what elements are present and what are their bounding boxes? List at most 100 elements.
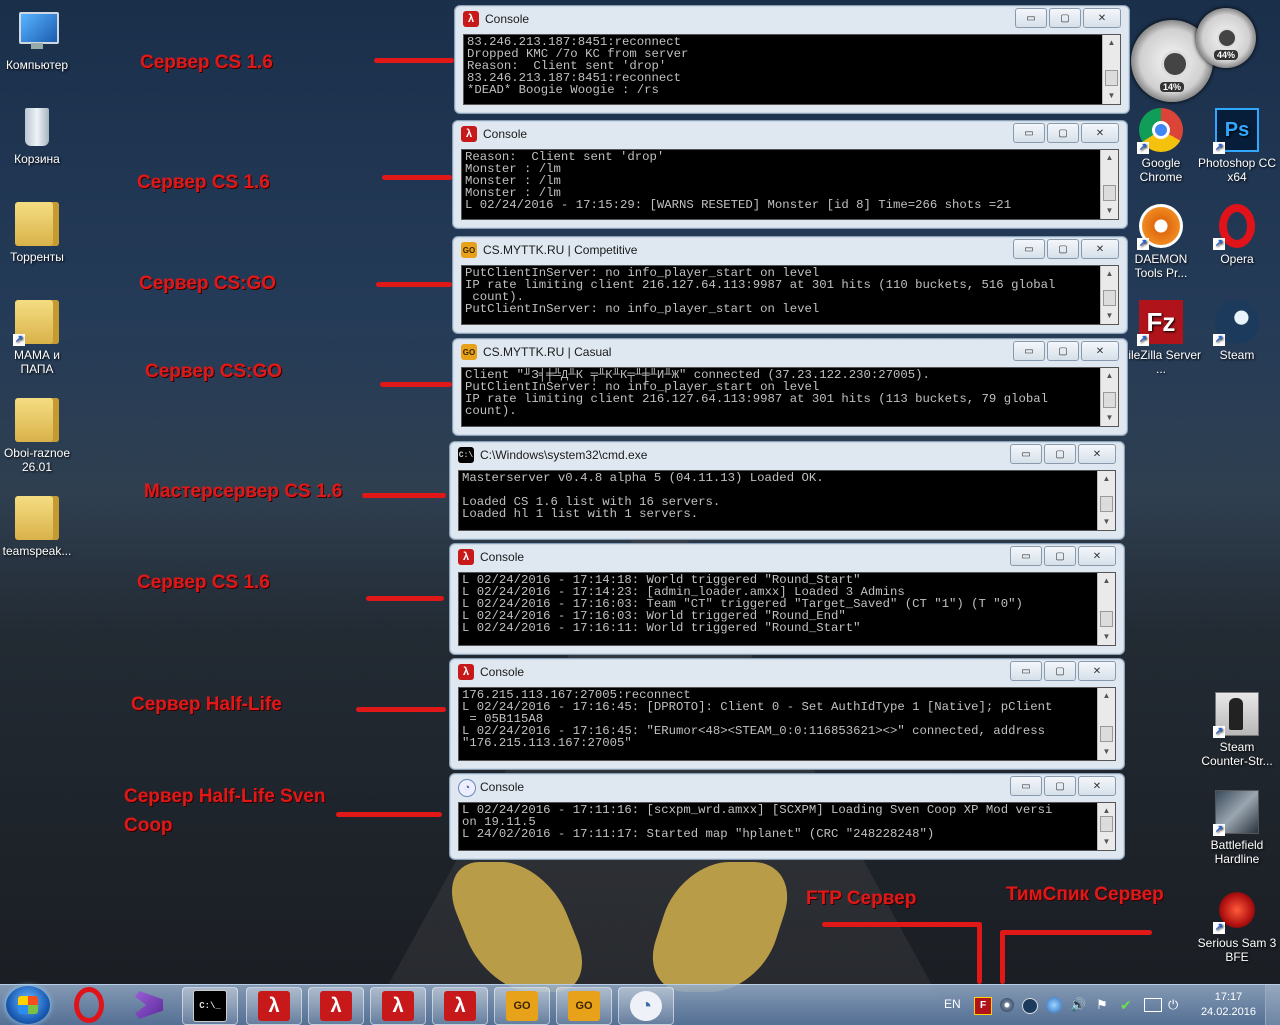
desktop-icon-chrome[interactable]: ↗ Google Chrome [1121, 108, 1201, 184]
power-tray-icon[interactable]: ⏻ [1168, 997, 1184, 1013]
window-titlebar[interactable]: C:\ C:\Windows\system32\cmd.exe ▭ ▢ ✕ [450, 442, 1124, 468]
csgo-console-window[interactable]: GO CS.MYTTK.RU | Competitive ▭ ▢ ✕ PutCl… [452, 236, 1128, 334]
scrollbar-thumb[interactable] [1103, 185, 1116, 201]
close-button[interactable]: ✕ [1081, 123, 1119, 143]
steam-tray-icon[interactable] [1022, 998, 1038, 1014]
maximize-button[interactable]: ▢ [1047, 341, 1079, 361]
taskbar-visual-studio[interactable] [122, 987, 176, 1023]
taskbar-half-life-4[interactable]: λ [432, 987, 488, 1025]
scrollbar[interactable]: ▲ ▼ [1100, 368, 1118, 426]
taskbar-half-life-1[interactable]: λ [246, 987, 302, 1025]
desktop-icon-opera[interactable]: ↗ Opera [1197, 204, 1277, 266]
desktop-icon-computer[interactable]: Компьютер [0, 10, 77, 72]
memory-gauge[interactable]: 44% [1196, 8, 1256, 68]
scroll-up-icon[interactable]: ▲ [1101, 150, 1118, 166]
taskbar-csgo-2[interactable]: GO [556, 987, 612, 1025]
scrollbar-thumb[interactable] [1100, 726, 1113, 742]
scroll-down-icon[interactable]: ▼ [1098, 629, 1115, 645]
close-button[interactable]: ✕ [1078, 444, 1116, 464]
maximize-button[interactable]: ▢ [1044, 776, 1076, 796]
scrollbar[interactable]: ▲ ▼ [1097, 471, 1115, 530]
desktop-icon-mama-papa[interactable]: ↗ МАМА и ПАПА [0, 300, 77, 376]
close-button[interactable]: ✕ [1078, 661, 1116, 681]
console-window[interactable]: λ Console ▭ ▢ ✕ L 02/24/2016 - 17:14:18:… [449, 543, 1125, 655]
console-output[interactable]: L 02/24/2016 - 17:11:16: [scxpm_wrd.amxx… [458, 802, 1116, 851]
scroll-up-icon[interactable]: ▲ [1098, 471, 1115, 487]
scroll-down-icon[interactable]: ▼ [1098, 514, 1115, 530]
console-output[interactable]: PutClientInServer: no info_player_start … [461, 265, 1119, 325]
scroll-up-icon[interactable]: ▲ [1101, 266, 1118, 282]
console-output[interactable]: 176.215.113.167:27005:reconnect L 02/24/… [458, 687, 1116, 761]
scroll-up-icon[interactable]: ▲ [1098, 688, 1115, 704]
scroll-down-icon[interactable]: ▼ [1101, 308, 1118, 324]
desktop-icon-counter-strike[interactable]: ↗ Steam Counter-Str... [1197, 692, 1277, 768]
language-indicator[interactable]: EN [944, 997, 961, 1011]
scrollbar[interactable]: ▲ ▼ [1097, 803, 1115, 850]
maximize-button[interactable]: ▢ [1044, 444, 1076, 464]
scroll-down-icon[interactable]: ▼ [1101, 203, 1118, 219]
window-titlebar[interactable]: ◔ Console ▭ ▢ ✕ [450, 774, 1124, 800]
taskbar-half-life-2[interactable]: λ [308, 987, 364, 1025]
scroll-down-icon[interactable]: ▼ [1098, 834, 1115, 850]
desktop-icon-torrents[interactable]: Торренты [0, 202, 77, 264]
filezilla-tray-icon[interactable]: F [974, 997, 992, 1015]
minimize-button[interactable]: ▭ [1010, 776, 1042, 796]
console-output[interactable]: 83.246.213.187:8451:reconnect Dropped KM… [463, 34, 1121, 105]
sven-coop-console-window[interactable]: ◔ Console ▭ ▢ ✕ L 02/24/2016 - 17:11:16:… [449, 773, 1125, 860]
close-button[interactable]: ✕ [1081, 239, 1119, 259]
desktop-icon-steam[interactable]: ↗ Steam [1197, 300, 1277, 362]
maximize-button[interactable]: ▢ [1049, 8, 1081, 28]
scrollbar-thumb[interactable] [1100, 611, 1113, 627]
desktop-icon-daemon-tools[interactable]: ↗ DAEMON Tools Pr... [1121, 204, 1201, 280]
desktop-icon-serious-sam[interactable]: ↗ Serious Sam 3 BFE [1197, 888, 1277, 964]
console-window[interactable]: λ Console ▭ ▢ ✕ Reason: Client sent 'dro… [452, 120, 1128, 229]
window-titlebar[interactable]: λ Console ▭ ▢ ✕ [450, 659, 1124, 685]
flag-tray-icon[interactable]: ⚑ [1096, 997, 1110, 1013]
taskbar-opera[interactable] [62, 987, 116, 1023]
close-button[interactable]: ✕ [1078, 546, 1116, 566]
scrollbar-thumb[interactable] [1103, 392, 1116, 408]
minimize-button[interactable]: ▭ [1010, 661, 1042, 681]
teamspeak-tray-icon[interactable] [1000, 998, 1014, 1012]
scrollbar[interactable]: ▲ ▼ [1100, 266, 1118, 324]
maximize-button[interactable]: ▢ [1047, 123, 1079, 143]
window-titlebar[interactable]: GO CS.MYTTK.RU | Casual ▭ ▢ ✕ [453, 339, 1127, 365]
scroll-up-icon[interactable]: ▲ [1101, 368, 1118, 384]
maximize-button[interactable]: ▢ [1047, 239, 1079, 259]
minimize-button[interactable]: ▭ [1013, 341, 1045, 361]
show-desktop-button[interactable] [1265, 985, 1280, 1025]
close-button[interactable]: ✕ [1081, 341, 1119, 361]
volume-tray-icon[interactable]: 🔊 [1070, 997, 1086, 1013]
scrollbar[interactable]: ▲ ▼ [1100, 150, 1118, 219]
taskbar-cmd[interactable]: C:\_ [182, 987, 238, 1025]
taskbar-half-life-3[interactable]: λ [370, 987, 426, 1025]
scroll-down-icon[interactable]: ▼ [1101, 410, 1118, 426]
window-titlebar[interactable]: λ Console ▭ ▢ ✕ [455, 6, 1129, 32]
scrollbar-thumb[interactable] [1103, 290, 1116, 306]
console-output[interactable]: Client "╜З╡╪╩Д╨К ╤╨К╨К╤╨╪╨И╨Ж" connected… [461, 367, 1119, 427]
network-tray-icon[interactable] [1046, 997, 1062, 1013]
console-window[interactable]: λ Console ▭ ▢ ✕ 83.246.213.187:8451:reco… [454, 5, 1130, 114]
csgo-console-window[interactable]: GO CS.MYTTK.RU | Casual ▭ ▢ ✕ Client "╜З… [452, 338, 1128, 436]
cmd-window[interactable]: C:\ C:\Windows\system32\cmd.exe ▭ ▢ ✕ Ma… [449, 441, 1125, 540]
scrollbar-thumb[interactable] [1100, 816, 1113, 832]
minimize-button[interactable]: ▭ [1010, 546, 1042, 566]
clock[interactable]: 17:17 24.02.2016 [1201, 990, 1256, 1020]
scrollbar-thumb[interactable] [1105, 70, 1118, 86]
start-button[interactable] [6, 986, 50, 1024]
scrollbar-thumb[interactable] [1100, 496, 1113, 512]
scrollbar[interactable]: ▲ ▼ [1097, 573, 1115, 645]
desktop-icon-battlefield[interactable]: ↗ Battlefield Hardline [1197, 790, 1277, 866]
window-titlebar[interactable]: GO CS.MYTTK.RU | Competitive ▭ ▢ ✕ [453, 237, 1127, 263]
close-button[interactable]: ✕ [1078, 776, 1116, 796]
desktop-icon-filezilla[interactable]: Fz ↗ FileZilla Server ... [1121, 300, 1201, 376]
scrollbar[interactable]: ▲ ▼ [1097, 688, 1115, 760]
desktop-icon-recycle-bin[interactable]: Корзина [0, 104, 77, 166]
scrollbar[interactable]: ▲ ▼ [1102, 35, 1120, 104]
scroll-up-icon[interactable]: ▲ [1098, 573, 1115, 589]
maximize-button[interactable]: ▢ [1044, 661, 1076, 681]
desktop-icon-photoshop[interactable]: Ps ↗ Photoshop CC x64 [1197, 108, 1277, 184]
minimize-button[interactable]: ▭ [1013, 239, 1045, 259]
desktop-icon-oboi[interactable]: Oboi-raznoe 26.01 [0, 398, 77, 474]
console-output[interactable]: L 02/24/2016 - 17:14:18: World triggered… [458, 572, 1116, 646]
